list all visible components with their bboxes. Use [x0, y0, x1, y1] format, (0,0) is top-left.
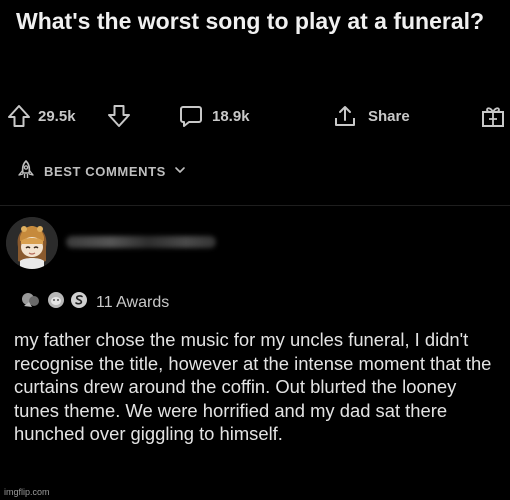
upvote-icon[interactable]	[6, 103, 32, 129]
gift-icon	[480, 103, 506, 129]
downvote-button[interactable]	[106, 98, 132, 134]
comment-count: 18.9k	[212, 107, 250, 125]
comments-button[interactable]: 18.9k	[178, 98, 250, 134]
share-icon	[332, 103, 358, 129]
share-label: Share	[368, 107, 410, 125]
gift-button[interactable]	[480, 98, 506, 134]
rocket-icon	[16, 160, 36, 183]
avatar[interactable]	[6, 217, 58, 269]
action-bar: 29.5k 18.9k Share	[0, 98, 510, 134]
award-icon	[20, 290, 42, 315]
comment-sort-dropdown[interactable]: BEST COMMENTS	[16, 160, 186, 183]
downvote-icon[interactable]	[106, 103, 132, 129]
share-button[interactable]: Share	[332, 98, 410, 134]
username-blurred[interactable]	[66, 236, 216, 248]
post-title: What's the worst song to play at a funer…	[16, 8, 485, 34]
awards-row[interactable]: 11 Awards	[20, 290, 169, 315]
sort-label: BEST COMMENTS	[44, 164, 166, 179]
chevron-down-icon	[174, 164, 186, 179]
upvote-count: 29.5k	[38, 107, 76, 125]
comment-icon	[178, 103, 204, 129]
award-icon	[70, 291, 88, 314]
divider	[0, 205, 510, 206]
watermark: imgflip.com	[4, 487, 50, 497]
comment-body: my father chose the music for my uncles …	[14, 329, 492, 444]
awards-count: 11 Awards	[96, 293, 170, 311]
upvote-button[interactable]: 29.5k	[6, 98, 76, 134]
award-icon	[47, 291, 65, 314]
